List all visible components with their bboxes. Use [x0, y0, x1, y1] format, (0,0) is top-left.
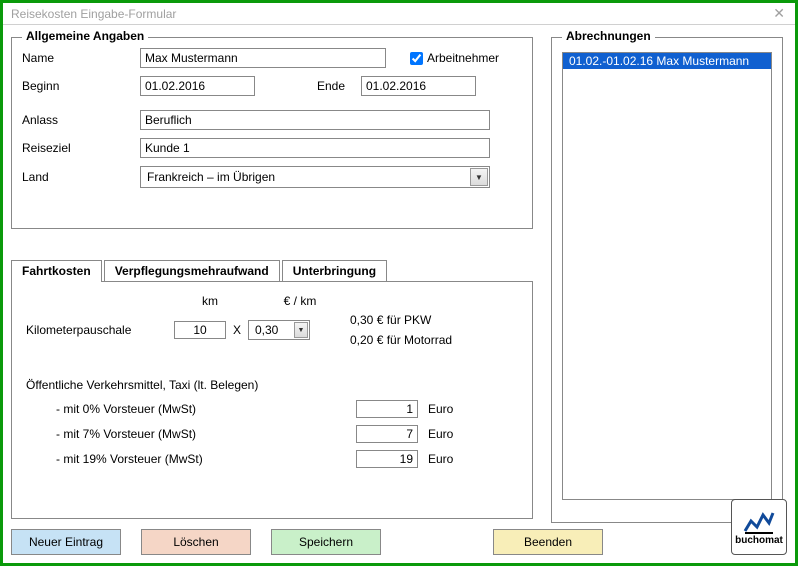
titlebar: Reisekosten Eingabe-Formular ✕ [3, 3, 795, 25]
vat19-label: - mit 19% Vorsteuer (MwSt) [56, 452, 356, 466]
vat0-input[interactable] [356, 400, 418, 418]
chevron-down-icon[interactable]: ▼ [294, 322, 308, 338]
vat7-label: - mit 7% Vorsteuer (MwSt) [56, 427, 356, 441]
public-transport-title: Öffentliche Verkehrsmittel, Taxi (lt. Be… [26, 378, 518, 392]
beginn-label: Beginn [22, 79, 140, 93]
right-column: Abrechnungen 01.02.-01.02.16 Max Musterm… [551, 37, 783, 523]
arbeitnehmer-checkbox[interactable] [410, 52, 423, 65]
rate-value: 0,30 [255, 323, 278, 337]
general-fieldset: Allgemeine Angaben Name Arbeitnehmer Beg… [11, 37, 533, 229]
land-label: Land [22, 170, 140, 184]
tab-verpflegung[interactable]: Verpflegungsmehraufwand [104, 260, 280, 281]
close-icon[interactable]: ✕ [767, 5, 791, 22]
anlass-input[interactable] [140, 110, 490, 130]
land-value: Frankreich – im Übrigen [147, 170, 275, 184]
name-label: Name [22, 51, 140, 65]
reiseziel-input[interactable] [140, 138, 490, 158]
vat19-input[interactable] [356, 450, 418, 468]
name-input[interactable] [140, 48, 386, 68]
anlass-label: Anlass [22, 113, 140, 127]
vat7-input[interactable] [356, 425, 418, 443]
vat0-label: - mit 0% Vorsteuer (MwSt) [56, 402, 356, 416]
multiply-label: X [226, 323, 248, 337]
euro-label: Euro [428, 452, 453, 466]
tab-fahrtkosten[interactable]: Fahrtkosten [11, 260, 102, 281]
logo-text: buchomat [735, 535, 783, 546]
km-header: km [180, 294, 240, 308]
new-entry-button[interactable]: Neuer Eintrag [11, 529, 121, 555]
rate-moto: 0,20 € für Motorrad [350, 330, 452, 350]
content-area: Allgemeine Angaben Name Arbeitnehmer Beg… [3, 25, 795, 563]
save-button[interactable]: Speichern [271, 529, 381, 555]
tabs-container: Fahrtkosten Verpflegungsmehraufwand Unte… [11, 281, 533, 519]
chevron-down-icon[interactable]: ▼ [470, 168, 488, 186]
abrechnungen-legend: Abrechnungen [562, 29, 655, 43]
abrechnungen-fieldset: Abrechnungen 01.02.-01.02.16 Max Musterm… [551, 37, 783, 523]
land-select[interactable]: Frankreich – im Übrigen ▼ [140, 166, 490, 188]
button-bar: Neuer Eintrag Löschen Speichern Beenden [11, 529, 603, 555]
abrechnungen-listbox[interactable]: 01.02.-01.02.16 Max Mustermann [562, 52, 772, 500]
tab-unterbringung[interactable]: Unterbringung [282, 260, 387, 281]
delete-button[interactable]: Löschen [141, 529, 251, 555]
arbeitnehmer-checkbox-wrap[interactable]: Arbeitnehmer [406, 49, 499, 68]
tab-body-fahrtkosten: km € / km Kilometerpauschale X 0,30 ▼ [12, 282, 532, 487]
buchomat-logo[interactable]: buchomat [731, 499, 787, 555]
tabbar: Fahrtkosten Verpflegungsmehraufwand Unte… [11, 260, 389, 281]
arbeitnehmer-label: Arbeitnehmer [427, 51, 499, 65]
rate-select[interactable]: 0,30 ▼ [248, 320, 310, 340]
window-title: Reisekosten Eingabe-Formular [11, 7, 176, 21]
euro-label: Euro [428, 427, 453, 441]
euro-label: Euro [428, 402, 453, 416]
ende-label: Ende [255, 79, 345, 93]
app-window: Reisekosten Eingabe-Formular ✕ Allgemein… [0, 0, 798, 566]
list-item[interactable]: 01.02.-01.02.16 Max Mustermann [563, 53, 771, 69]
kilometer-label: Kilometerpauschale [26, 323, 174, 337]
rate-pkw: 0,30 € für PKW [350, 310, 452, 330]
rate-info: 0,30 € für PKW 0,20 € für Motorrad [350, 310, 452, 350]
ende-input[interactable] [361, 76, 476, 96]
eurokm-header: € / km [270, 294, 330, 308]
reiseziel-label: Reiseziel [22, 141, 140, 155]
exit-button[interactable]: Beenden [493, 529, 603, 555]
left-column: Allgemeine Angaben Name Arbeitnehmer Beg… [11, 37, 533, 519]
beginn-input[interactable] [140, 76, 255, 96]
general-legend: Allgemeine Angaben [22, 29, 148, 43]
km-input[interactable] [174, 321, 226, 339]
chart-icon [743, 509, 775, 535]
